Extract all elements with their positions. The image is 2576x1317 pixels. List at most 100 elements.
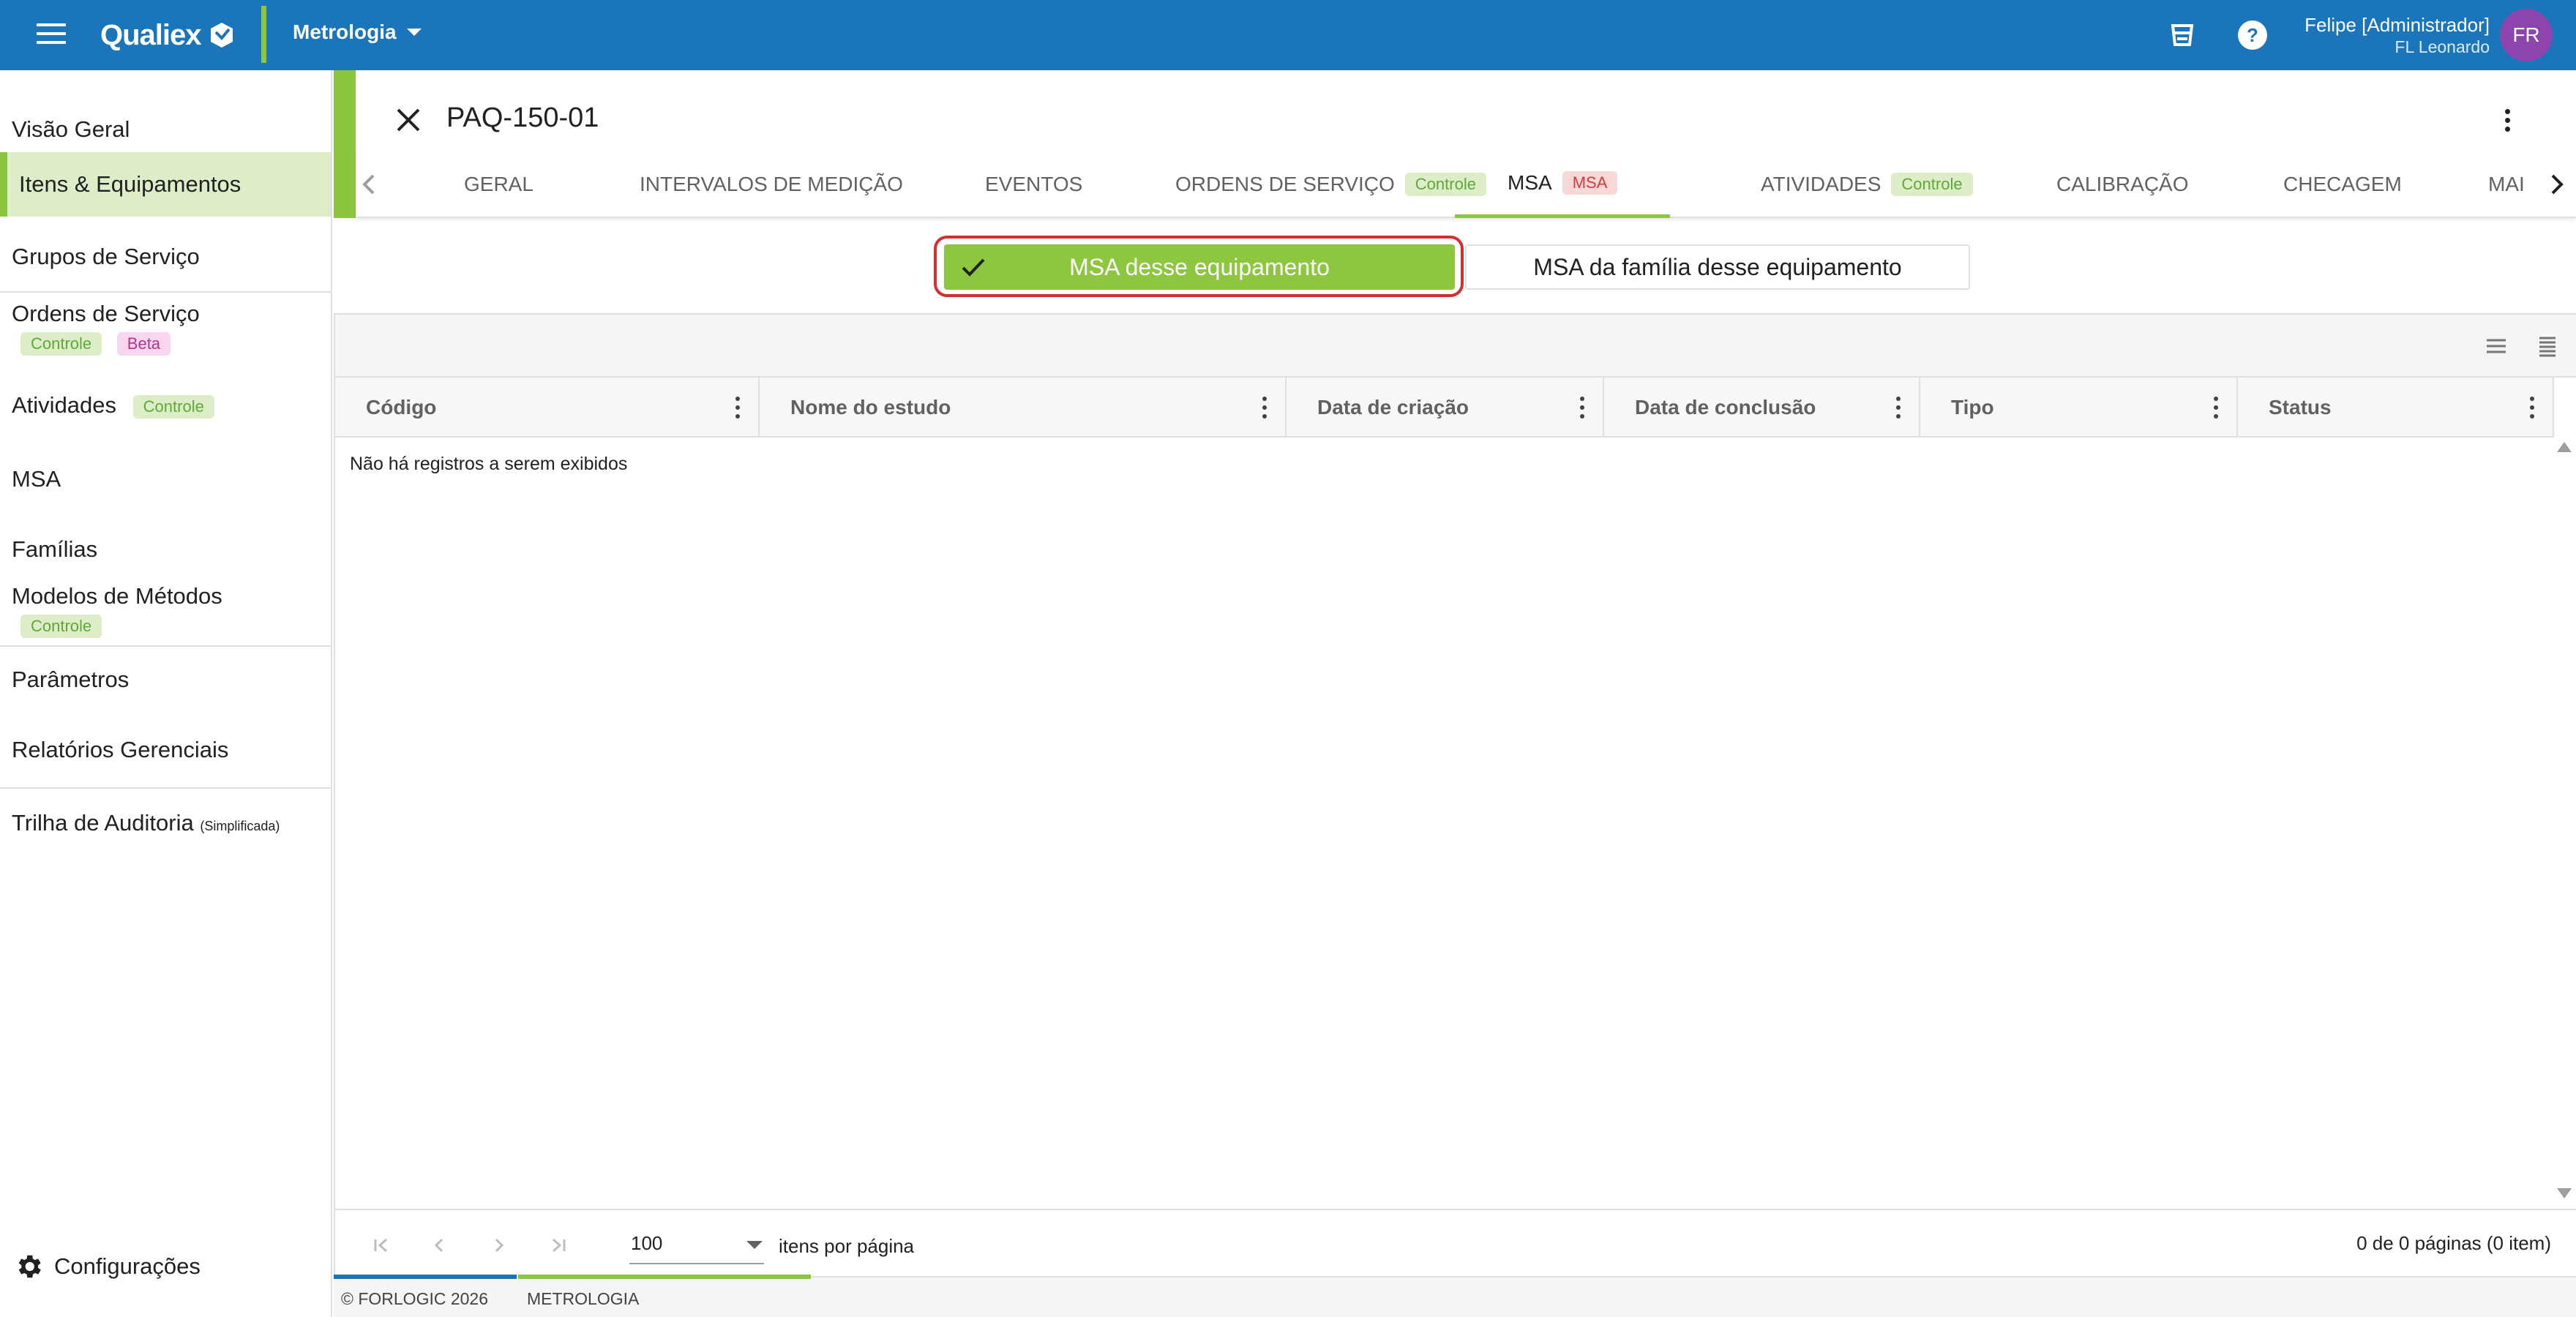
page-size-label: itens por página [779,1235,915,1257]
tab-label: ORDENS DE SERVIÇO [1175,173,1395,195]
column-chooser-icon[interactable] [2535,335,2560,357]
logo-mark-icon [210,23,233,48]
sidebar-item-label: Grupos de Serviço [12,244,200,269]
tab-intervalos-de-medicao[interactable]: INTERVALOS DE MEDIÇÃO [640,151,903,218]
sidebar-item-modelos-de-metodos[interactable]: Modelos de Métodos Controle [0,581,331,647]
tab-ordens-de-servico[interactable]: ORDENS DE SERVIÇO Controle [1175,151,1486,218]
scroll-up-arrow-icon[interactable] [2557,442,2572,452]
coffee-cup-icon[interactable] [2165,18,2200,53]
controle-badge: Controle [20,331,102,356]
sidebar-item-itens-equipamentos[interactable]: Itens & Equipamentos [0,152,331,217]
module-selector[interactable]: Metrologia [293,20,422,44]
footer-module: METROLOGIA [527,1289,640,1308]
close-icon[interactable] [392,104,424,136]
svg-text:?: ? [2247,24,2258,46]
previous-page-icon[interactable] [430,1237,448,1254]
user-company: FL Leonardo [2395,37,2490,56]
chevron-left-icon[interactable] [356,170,385,199]
sidebar-item-atividades[interactable]: Atividades Controle [0,376,331,435]
avatar[interactable]: FR [2500,9,2553,61]
tab-label: MAI [2488,173,2525,195]
qualiex-logo[interactable]: Qualiex [100,16,236,54]
sidebar-item-label: MSA [12,466,61,492]
tab-label: MSA [1508,170,1552,194]
column-header-label: Status [2269,396,2332,419]
column-menu-icon[interactable] [2528,397,2536,419]
data-grid: Código Nome do estudo Data de criação Da… [334,313,2576,1279]
column-header-label: Data de criação [1317,396,1469,419]
sidebar-item-visao-geral[interactable]: Visão Geral [0,104,331,155]
check-icon [962,258,985,277]
controle-badge: Controle [132,394,214,419]
sidebar-item-familias[interactable]: Famílias [0,517,331,582]
next-page-icon[interactable] [490,1237,508,1254]
tab-label: ATIVIDADES [1761,173,1882,195]
tab-label: GERAL [464,173,533,195]
top-divider [261,6,266,63]
compact-density-icon[interactable] [2484,335,2509,357]
beta-badge: Beta [116,331,171,356]
page-info: 0 de 0 páginas (0 item) [2356,1232,2551,1254]
tab-calibracao[interactable]: CALIBRAÇÃO [2056,151,2189,218]
tab-atividades[interactable]: ATIVIDADES Controle [1761,151,1973,218]
column-header-data-de-conclusao[interactable]: Data de conclusão [1604,378,1920,438]
sidebar-item-parametros[interactable]: Parâmetros [0,654,331,705]
msa-badge: MSA [1562,170,1618,195]
column-menu-icon[interactable] [2212,397,2220,419]
gear-icon [18,1255,41,1278]
column-menu-icon[interactable] [733,397,742,419]
page-size-select[interactable]: 100 [629,1223,764,1264]
tab-msa[interactable]: MSA MSA [1455,151,1671,218]
tab-label: CALIBRAÇÃO [2056,173,2189,195]
sidebar-item-msa[interactable]: MSA [0,446,331,512]
sidebar-item-label: Atividades [12,392,117,418]
scroll-down-arrow-icon[interactable] [2557,1188,2572,1198]
sidebar-item-label: Modelos de Métodos [12,583,222,609]
sidebar-item-label: Trilha de Auditoria [12,810,194,836]
tab-checagem[interactable]: CHECAGEM [2283,151,2402,218]
page-title: PAQ-150-01 [446,102,599,133]
sidebar-item-ordens-de-servico[interactable]: Ordens de Serviço Controle Beta [0,299,331,364]
grid-toolbar [335,315,2576,378]
user-info[interactable]: Felipe [Administrador] FL Leonardo [2304,13,2490,57]
page-size-value: 100 [631,1231,663,1254]
column-header-status[interactable]: Status [2238,378,2554,438]
controle-badge: Controle [1891,173,1973,196]
status-footer: © FORLOGIC 2026 METROLOGIA [334,1275,2576,1317]
sidebar-item-trilha-de-auditoria[interactable]: Trilha de Auditoria (Simplificada) [0,798,331,849]
column-header-label: Nome do estudo [790,396,951,419]
settings-link[interactable]: Configurações [13,1251,201,1282]
pagination-bar: 100 itens por página 0 de 0 páginas (0 i… [335,1209,2576,1279]
sidebar-item-note: (Simplificada) [200,819,280,833]
sidebar-divider [0,787,331,789]
last-page-icon[interactable] [547,1237,568,1254]
column-header-data-de-criacao[interactable]: Data de criação [1287,378,1604,438]
toggle-other-label: MSA da família desse equipamento [1533,253,1902,280]
help-icon[interactable]: ? [2235,18,2270,53]
sidebar-item-label: Famílias [12,536,98,562]
footer-copyright: © FORLOGIC 2026 [341,1289,489,1308]
tab-geral[interactable]: GERAL [464,151,533,218]
tab-eventos[interactable]: EVENTOS [985,151,1082,218]
hamburger-icon[interactable] [37,23,66,47]
more-vert-icon[interactable] [2493,105,2522,135]
column-header-codigo[interactable]: Código [335,378,760,438]
column-header-tipo[interactable]: Tipo [1920,378,2238,438]
column-header-nome-do-estudo[interactable]: Nome do estudo [760,378,1287,438]
first-page-icon[interactable] [372,1237,392,1254]
msa-family-toggle[interactable]: MSA da família desse equipamento [1465,244,1970,290]
column-menu-icon[interactable] [1894,397,1903,419]
chevron-down-icon [746,1241,763,1249]
grid-header-row: Código Nome do estudo Data de criação Da… [335,378,2554,438]
chevron-down-icon [406,29,422,36]
column-menu-icon[interactable] [1260,397,1269,419]
chevron-right-icon[interactable] [2541,170,2570,199]
sidebar-divider [0,291,331,293]
active-record-strip [334,70,356,218]
column-menu-icon[interactable] [1578,397,1587,419]
msa-equipment-toggle[interactable]: MSA desse equipamento [944,244,1455,290]
sidebar-item-relatorios-gerenciais[interactable]: Relatórios Gerenciais [0,724,331,776]
sidebar-item-label: Itens & Equipamentos [19,171,242,197]
sidebar-item-grupos-de-servico[interactable]: Grupos de Serviço [0,233,331,281]
tab-manutencao[interactable]: MAI [2488,151,2536,218]
